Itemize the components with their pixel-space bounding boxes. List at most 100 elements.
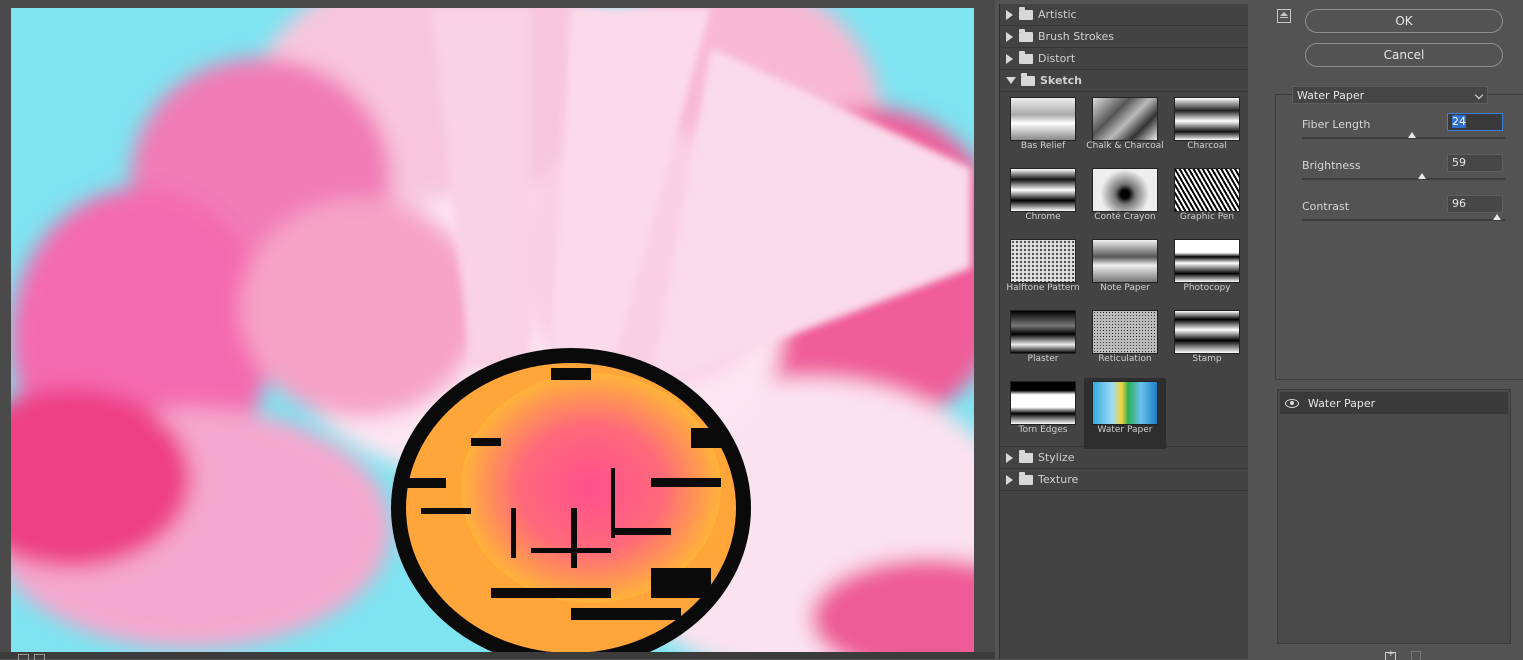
thumbnail-image [1174,97,1240,141]
filter-caption: Conté Crayon [1094,212,1156,222]
filter-caption: Chrome [1025,212,1061,222]
thumbnail-image [1010,310,1076,354]
filter-caption: Water Paper [1097,425,1153,435]
thumbnail-image [1010,239,1076,283]
filter-thumb-note-paper[interactable]: Note Paper [1084,236,1166,307]
category-label: Stylize [1038,451,1075,464]
category-label: Brush Strokes [1038,30,1115,43]
thumbnail-image [1092,310,1158,354]
folder-open-icon [1021,72,1035,86]
filter-thumb-conte-crayon[interactable]: Conté Crayon [1084,165,1166,236]
expand-arrow-icon [1006,9,1013,20]
filter-caption: Photocopy [1183,283,1231,293]
filter-thumb-photocopy[interactable]: Photocopy [1166,236,1248,307]
category-label: Distort [1038,52,1076,65]
expand-arrow-icon [1006,452,1013,463]
category-sketch[interactable]: Sketch [1000,70,1248,92]
category-brush-strokes[interactable]: Brush Strokes [1000,26,1248,48]
filter-caption: Reticulation [1098,354,1152,364]
slider-knob[interactable] [1492,214,1501,220]
param-contrast: Contrast 96 [1302,195,1512,240]
thumbnail-image [1092,168,1158,212]
category-label: Texture [1038,473,1079,486]
zoom-out-icon[interactable] [18,654,29,660]
filter-caption: Graphic Pen [1179,212,1235,222]
filter-select-value: Water Paper [1297,89,1365,102]
param-fiber-length: Fiber Length 24 [1302,113,1512,158]
folder-icon [1019,471,1033,485]
filter-thumb-chrome[interactable]: Chrome [1002,165,1084,236]
cancel-button[interactable]: Cancel [1305,43,1503,67]
folder-icon [1019,28,1033,42]
flower-preview-image [11,8,974,653]
thumbnail-image [1010,381,1076,425]
param-label: Fiber Length [1302,118,1371,131]
filter-caption: Chalk & Charcoal [1086,141,1164,151]
eye-icon[interactable] [1285,398,1299,408]
slider-knob[interactable] [1407,132,1416,138]
thumbnail-image [1092,97,1158,141]
sketch-thumbnail-grid: Bas Relief Chalk & Charcoal Charcoal Chr… [1000,92,1248,449]
filter-thumb-bas-relief[interactable]: Bas Relief [1002,94,1084,165]
filter-thumb-water-paper[interactable]: Water Paper [1084,378,1166,449]
filter-gallery: Artistic Brush Strokes Distort Sketch Ba… [999,4,1248,659]
filter-caption: Note Paper [1100,283,1150,293]
slider-track[interactable] [1302,178,1505,180]
folder-icon [1019,6,1033,20]
filter-caption: Torn Edges [1018,425,1068,435]
filter-caption: Bas Relief [1020,141,1066,151]
chevron-down-icon [1474,90,1484,100]
category-stylize[interactable]: Stylize [1000,447,1248,469]
category-label: Artistic [1038,8,1077,21]
param-brightness: Brightness 59 [1302,154,1512,199]
folder-icon [1019,449,1033,463]
slider-track[interactable] [1302,219,1505,221]
thumbnail-image [1092,239,1158,283]
filter-thumb-charcoal[interactable]: Charcoal [1166,94,1248,165]
effect-layer-label: Water Paper [1308,396,1376,410]
filter-caption: Halftone Pattern [1006,283,1080,293]
preview-footer [0,652,995,659]
filter-caption: Charcoal [1187,141,1227,151]
filter-thumb-reticulation[interactable]: Reticulation [1084,307,1166,378]
filter-thumb-chalk-charcoal[interactable]: Chalk & Charcoal [1084,94,1166,165]
filter-thumb-halftone-pattern[interactable]: Halftone Pattern [1002,236,1084,307]
fiber-length-input[interactable]: 24 [1447,113,1503,131]
category-label: Sketch [1040,74,1083,87]
zoom-in-icon[interactable] [34,654,45,660]
param-label: Brightness [1302,159,1361,172]
thumbnail-image [1174,239,1240,283]
filter-thumb-stamp[interactable]: Stamp [1166,307,1248,378]
collapse-gallery-icon[interactable] [1277,9,1291,23]
settings-panel: OK Cancel Water Paper Fiber Length 24 Br… [1263,0,1523,660]
filter-select[interactable]: Water Paper [1292,86,1488,104]
thumbnail-image [1092,381,1158,425]
filter-thumb-torn-edges[interactable]: Torn Edges [1002,378,1084,449]
image-preview[interactable] [11,8,974,653]
ok-button[interactable]: OK [1305,9,1503,33]
thumbnail-image [1010,168,1076,212]
param-label: Contrast [1302,200,1350,213]
category-artistic[interactable]: Artistic [1000,4,1248,26]
filter-settings: Water Paper Fiber Length 24 Brightness 5… [1275,86,1523,380]
category-texture[interactable]: Texture [1000,469,1248,491]
slider-track[interactable] [1302,137,1505,139]
filter-thumb-graphic-pen[interactable]: Graphic Pen [1166,165,1248,236]
brightness-input[interactable]: 59 [1447,154,1503,172]
thumbnail-image [1010,97,1076,141]
expand-arrow-icon [1006,53,1013,64]
collapse-arrow-icon [1006,77,1016,84]
contrast-input[interactable]: 96 [1447,195,1503,213]
effect-layers-list: Water Paper [1277,389,1511,644]
expand-arrow-icon [1006,31,1013,42]
folder-icon [1019,50,1033,64]
filter-caption: Stamp [1192,354,1222,364]
filter-thumb-plaster[interactable]: Plaster [1002,307,1084,378]
thumbnail-image [1174,310,1240,354]
effect-layer-item[interactable]: Water Paper [1280,392,1508,414]
expand-arrow-icon [1006,474,1013,485]
thumbnail-image [1174,168,1240,212]
category-distort[interactable]: Distort [1000,48,1248,70]
slider-knob[interactable] [1417,173,1426,179]
filter-caption: Plaster [1027,354,1059,364]
